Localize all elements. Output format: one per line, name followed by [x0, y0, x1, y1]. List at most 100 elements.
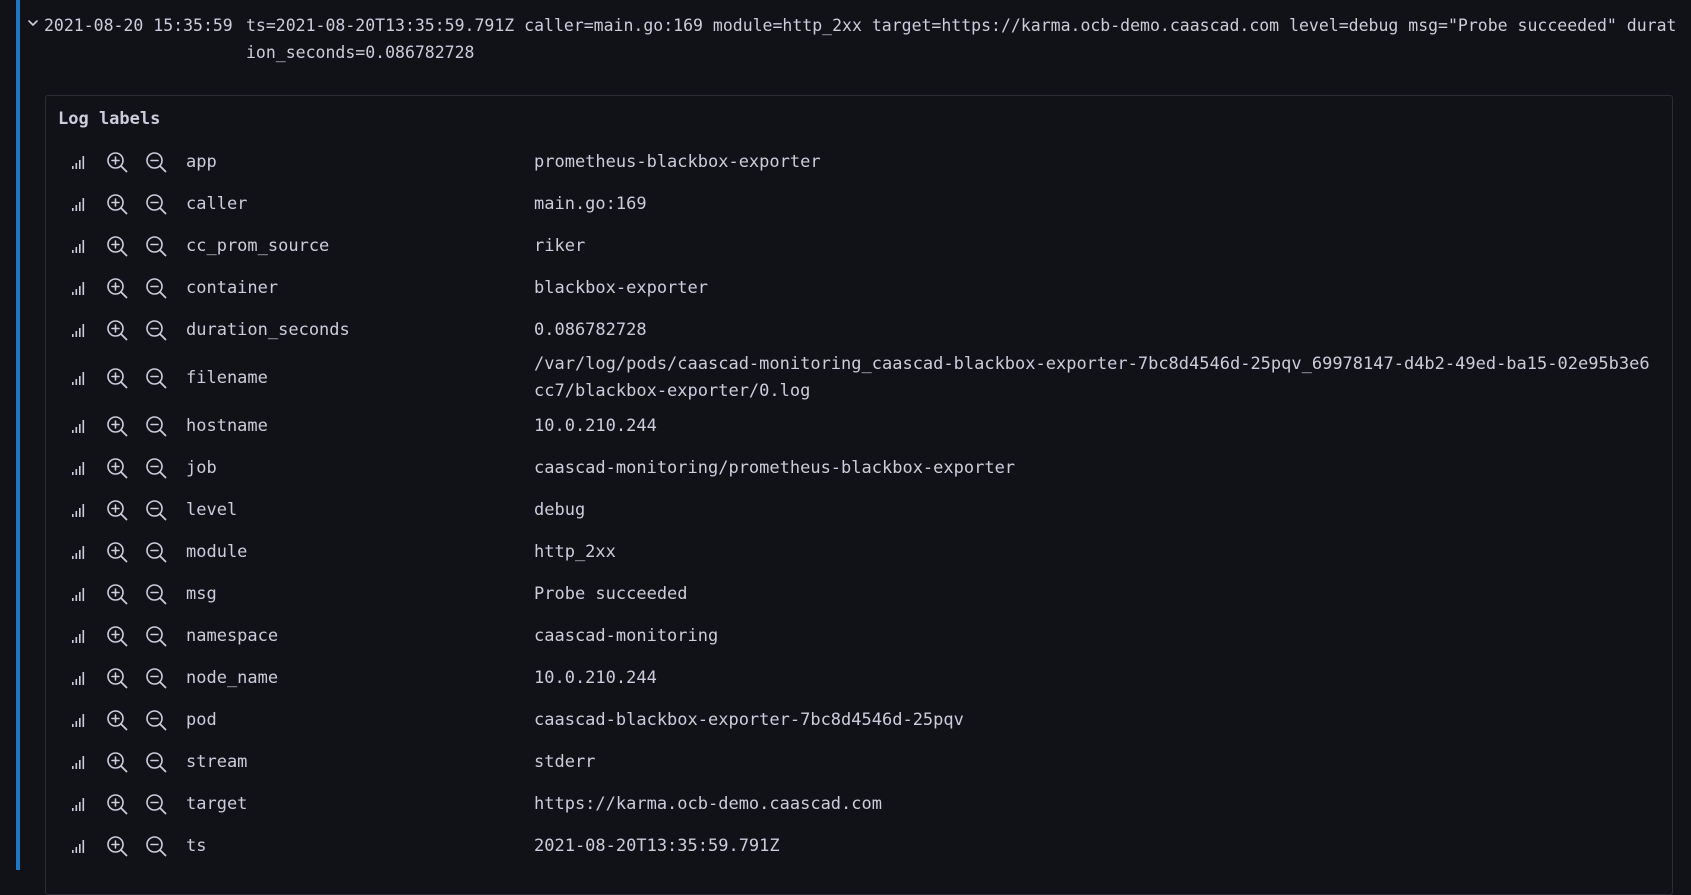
label-value: caascad-blackbox-exporter-7bc8d4546d-25p…	[534, 709, 964, 730]
label-key: ts	[186, 835, 207, 856]
log-labels-title: Log labels	[58, 109, 161, 129]
zoom-out-icon[interactable]	[143, 455, 169, 481]
label-key: hostname	[186, 415, 268, 436]
zoom-in-icon[interactable]	[104, 707, 130, 733]
label-key: stream	[186, 751, 248, 772]
signal-bars-icon[interactable]	[66, 191, 92, 217]
label-value: /var/log/pods/caascad-monitoring_caascad…	[534, 354, 1650, 401]
log-timestamp: 2021-08-20 15:35:59	[44, 16, 233, 35]
zoom-out-icon[interactable]	[143, 191, 169, 217]
signal-bars-icon[interactable]	[66, 365, 92, 391]
label-row-target: target https://karma.ocb-demo.caascad.co…	[46, 783, 1672, 825]
log-labels-table: app prometheus-blackbox-exporter caller …	[46, 141, 1672, 867]
zoom-in-icon[interactable]	[104, 191, 130, 217]
zoom-out-icon[interactable]	[143, 275, 169, 301]
label-row-msg: msg Probe succeeded	[46, 573, 1672, 615]
label-key: node_name	[186, 667, 279, 688]
signal-bars-icon[interactable]	[66, 455, 92, 481]
label-row-pod: pod caascad-blackbox-exporter-7bc8d4546d…	[46, 699, 1672, 741]
label-value: 10.0.210.244	[534, 667, 657, 688]
zoom-in-icon[interactable]	[104, 275, 130, 301]
zoom-out-icon[interactable]	[143, 749, 169, 775]
label-value: caascad-monitoring	[534, 625, 719, 646]
chevron-down-icon[interactable]	[26, 16, 40, 30]
signal-bars-icon[interactable]	[66, 581, 92, 607]
label-key: target	[186, 793, 248, 814]
zoom-out-icon[interactable]	[143, 365, 169, 391]
signal-bars-icon[interactable]	[66, 665, 92, 691]
zoom-in-icon[interactable]	[104, 833, 130, 859]
zoom-out-icon[interactable]	[143, 791, 169, 817]
label-value: 10.0.210.244	[534, 415, 657, 436]
zoom-out-icon[interactable]	[143, 623, 169, 649]
label-value: riker	[534, 235, 586, 256]
zoom-in-icon[interactable]	[104, 365, 130, 391]
zoom-out-icon[interactable]	[143, 413, 169, 439]
log-row[interactable]: 2021-08-20 15:35:59 ts=2021-08-20T13:35:…	[16, 0, 1691, 895]
label-key: job	[186, 457, 217, 478]
label-key: caller	[186, 193, 248, 214]
zoom-out-icon[interactable]	[143, 539, 169, 565]
label-row-stream: stream stderr	[46, 741, 1672, 783]
zoom-in-icon[interactable]	[104, 791, 130, 817]
zoom-out-icon[interactable]	[143, 707, 169, 733]
signal-bars-icon[interactable]	[66, 707, 92, 733]
zoom-out-icon[interactable]	[143, 833, 169, 859]
signal-bars-icon[interactable]	[66, 497, 92, 523]
label-value: debug	[534, 499, 586, 520]
label-value: http_2xx	[534, 541, 616, 562]
signal-bars-icon[interactable]	[66, 317, 92, 343]
zoom-in-icon[interactable]	[104, 581, 130, 607]
signal-bars-icon[interactable]	[66, 275, 92, 301]
zoom-out-icon[interactable]	[143, 233, 169, 259]
zoom-in-icon[interactable]	[104, 749, 130, 775]
label-key: msg	[186, 583, 217, 604]
label-key: level	[186, 499, 238, 520]
zoom-in-icon[interactable]	[104, 317, 130, 343]
label-row-cc-prom-source: cc_prom_source riker	[46, 225, 1672, 267]
zoom-in-icon[interactable]	[104, 413, 130, 439]
zoom-out-icon[interactable]	[143, 149, 169, 175]
zoom-out-icon[interactable]	[143, 497, 169, 523]
zoom-out-icon[interactable]	[143, 317, 169, 343]
label-value: https://karma.ocb-demo.caascad.com	[534, 793, 882, 814]
zoom-in-icon[interactable]	[104, 233, 130, 259]
label-row-node-name: node_name 10.0.210.244	[46, 657, 1672, 699]
label-value: Probe succeeded	[534, 583, 688, 604]
zoom-in-icon[interactable]	[104, 623, 130, 649]
label-row-level: level debug	[46, 489, 1672, 531]
zoom-in-icon[interactable]	[104, 455, 130, 481]
log-message: ts=2021-08-20T13:35:59.791Z caller=main.…	[246, 16, 1677, 62]
label-row-duration-seconds: duration_seconds 0.086782728	[46, 309, 1672, 351]
label-key: pod	[186, 709, 217, 730]
label-row-caller: caller main.go:169	[46, 183, 1672, 225]
label-row-job: job caascad-monitoring/prometheus-blackb…	[46, 447, 1672, 489]
label-key: duration_seconds	[186, 319, 350, 340]
label-key: app	[186, 151, 217, 172]
label-row-container: container blackbox-exporter	[46, 267, 1672, 309]
label-key: module	[186, 541, 248, 562]
label-value: main.go:169	[534, 193, 647, 214]
zoom-in-icon[interactable]	[104, 539, 130, 565]
signal-bars-icon[interactable]	[66, 149, 92, 175]
signal-bars-icon[interactable]	[66, 233, 92, 259]
signal-bars-icon[interactable]	[66, 539, 92, 565]
signal-bars-icon[interactable]	[66, 413, 92, 439]
log-line[interactable]: 2021-08-20 15:35:59 ts=2021-08-20T13:35:…	[20, 8, 1690, 68]
log-details-panel: Log labels app prometheus-blackbox-expor…	[45, 95, 1673, 895]
signal-bars-icon[interactable]	[66, 749, 92, 775]
zoom-out-icon[interactable]	[143, 665, 169, 691]
label-value: blackbox-exporter	[534, 277, 708, 298]
zoom-in-icon[interactable]	[104, 497, 130, 523]
label-key: namespace	[186, 625, 279, 646]
label-value: caascad-monitoring/prometheus-blackbox-e…	[534, 457, 1016, 478]
signal-bars-icon[interactable]	[66, 833, 92, 859]
signal-bars-icon[interactable]	[66, 791, 92, 817]
label-value: stderr	[534, 751, 596, 772]
label-row-app: app prometheus-blackbox-exporter	[46, 141, 1672, 183]
zoom-in-icon[interactable]	[104, 665, 130, 691]
label-key: filename	[186, 367, 268, 388]
zoom-in-icon[interactable]	[104, 149, 130, 175]
signal-bars-icon[interactable]	[66, 623, 92, 649]
zoom-out-icon[interactable]	[143, 581, 169, 607]
